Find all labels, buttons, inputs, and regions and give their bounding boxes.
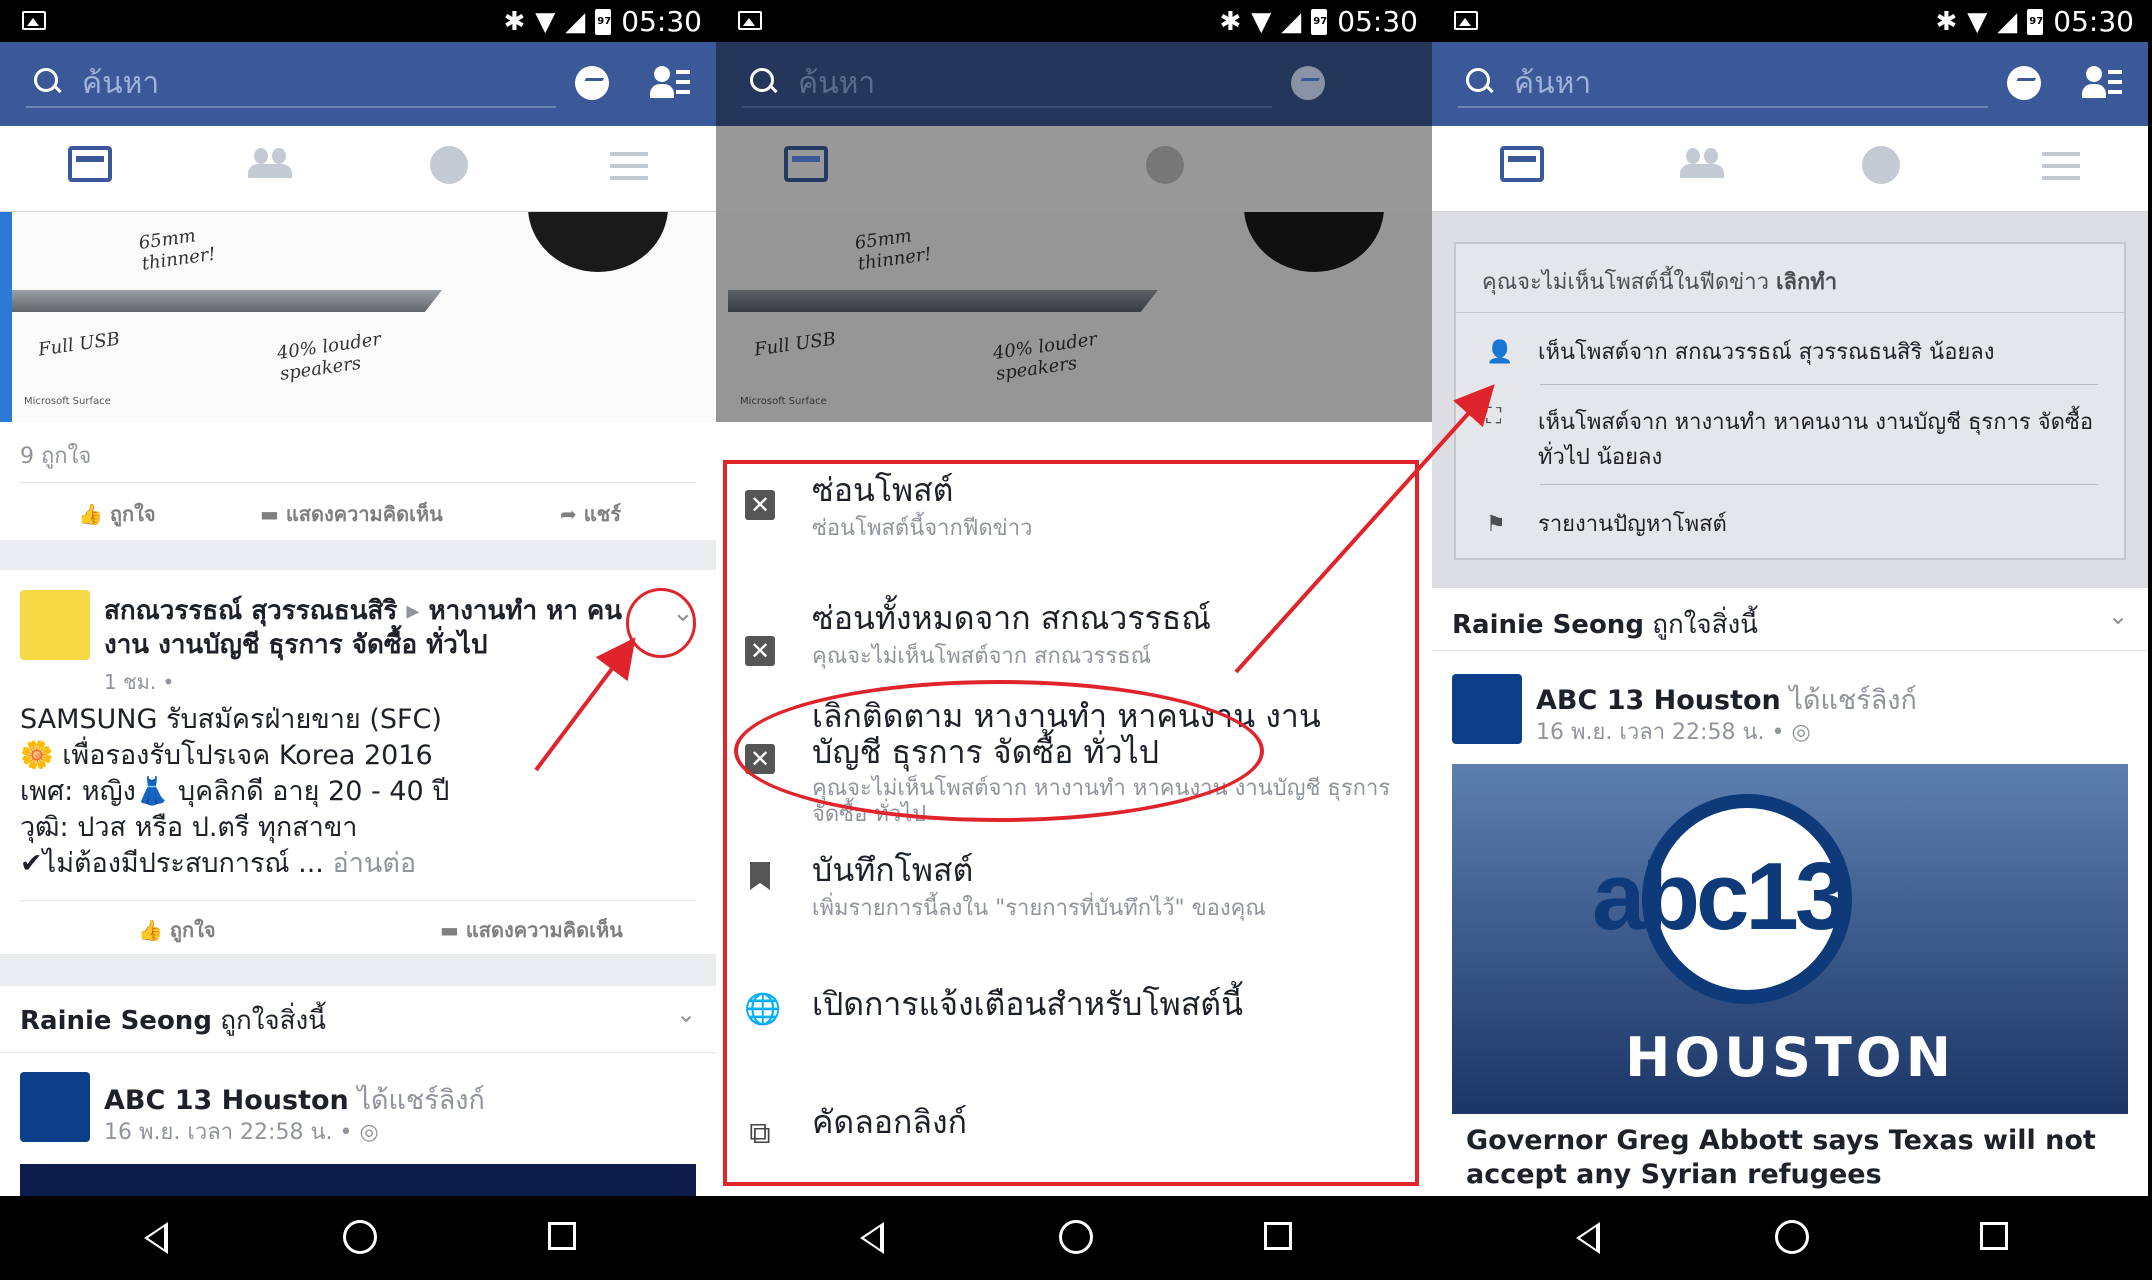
back-icon[interactable] [144,1222,168,1254]
back-icon[interactable] [1576,1222,1600,1254]
home-icon[interactable] [1059,1220,1093,1254]
recent-apps-icon[interactable] [1980,1222,2008,1250]
home-icon[interactable] [343,1220,377,1254]
arrow-to-options [1234,384,1495,674]
annotation-arrows [534,384,1495,772]
recent-apps-icon[interactable] [548,1222,576,1250]
android-nav-bar [0,1196,2152,1280]
recent-apps-icon[interactable] [1264,1222,1292,1250]
back-icon[interactable] [860,1222,884,1254]
home-icon[interactable] [1775,1220,1809,1254]
arrow-to-chevron [534,637,636,772]
